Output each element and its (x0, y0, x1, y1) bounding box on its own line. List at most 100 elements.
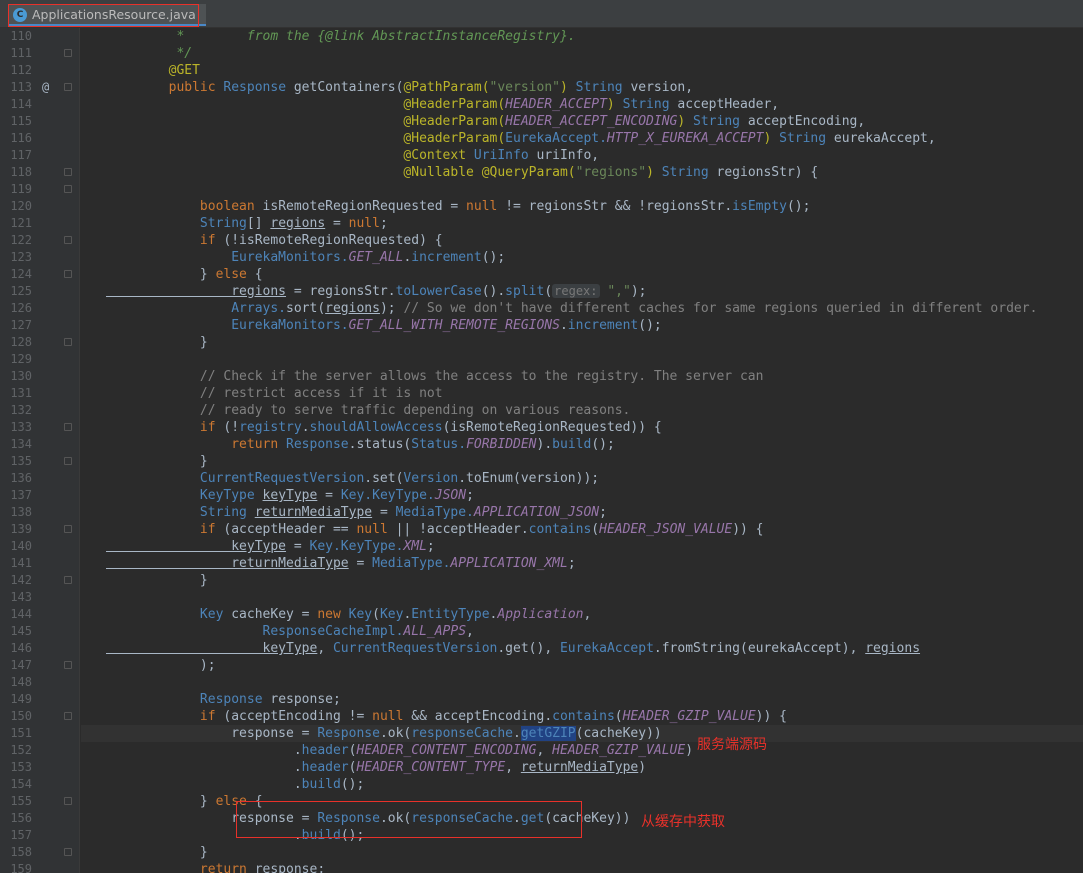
fold-toggle-icon[interactable] (64, 185, 72, 193)
code-line[interactable]: if (!registry.shouldAllowAccess(isRemote… (81, 419, 1083, 436)
fold-toggle-icon[interactable] (64, 168, 72, 176)
fold-toggle-icon[interactable] (64, 49, 72, 57)
code-line[interactable]: .header(HEADER_CONTENT_TYPE, returnMedia… (81, 759, 1083, 776)
code-line[interactable]: .build(); (81, 776, 1083, 793)
line-number[interactable]: 118 (0, 164, 32, 181)
code-line[interactable]: regions = regionsStr.toLowerCase().split… (81, 283, 1083, 300)
line-number[interactable]: 145 (0, 623, 32, 640)
fold-toggle-icon[interactable] (64, 661, 72, 669)
fold-toggle-icon[interactable] (64, 423, 72, 431)
code-line[interactable]: ResponseCacheImpl.ALL_APPS, (81, 623, 1083, 640)
line-number[interactable]: 115 (0, 113, 32, 130)
code-line[interactable]: Response response; (81, 691, 1083, 708)
line-number[interactable]: 117 (0, 147, 32, 164)
fold-toggle-icon[interactable] (64, 457, 72, 465)
line-number[interactable]: 112 (0, 62, 32, 79)
line-number[interactable]: 138 (0, 504, 32, 521)
code-line[interactable]: response = Response.ok(responseCache.get… (81, 810, 1083, 827)
line-number[interactable]: 150 (0, 708, 32, 725)
line-number[interactable]: 151 (0, 725, 32, 742)
line-number[interactable]: 125 (0, 283, 32, 300)
line-number[interactable]: 126 (0, 300, 32, 317)
code-line[interactable]: KeyType keyType = Key.KeyType.JSON; (81, 487, 1083, 504)
line-number[interactable]: 122 (0, 232, 32, 249)
code-line[interactable]: } (81, 334, 1083, 351)
code-line[interactable]: response = Response.ok(responseCache.get… (81, 725, 1083, 742)
line-number[interactable]: 140 (0, 538, 32, 555)
line-number[interactable]: 110 (0, 28, 32, 45)
fold-toggle-icon[interactable] (64, 797, 72, 805)
code-line[interactable]: */ (81, 45, 1083, 62)
code-line[interactable]: String returnMediaType = MediaType.APPLI… (81, 504, 1083, 521)
code-line[interactable]: EurekaMonitors.GET_ALL_WITH_REMOTE_REGIO… (81, 317, 1083, 334)
line-number[interactable]: 121 (0, 215, 32, 232)
line-number[interactable]: 159 (0, 861, 32, 873)
code-line[interactable]: @Context UriInfo uriInfo, (81, 147, 1083, 164)
line-number[interactable]: 123 (0, 249, 32, 266)
code-line[interactable]: boolean isRemoteRegionRequested = null !… (81, 198, 1083, 215)
fold-toggle-icon[interactable] (64, 848, 72, 856)
fold-toggle-icon[interactable] (64, 338, 72, 346)
code-line[interactable] (81, 674, 1083, 691)
line-number[interactable]: 143 (0, 589, 32, 606)
code-line[interactable] (81, 351, 1083, 368)
code-line[interactable]: // Check if the server allows the access… (81, 368, 1083, 385)
code-line[interactable]: } else { (81, 266, 1083, 283)
fold-toggle-icon[interactable] (64, 525, 72, 533)
line-number[interactable]: 147 (0, 657, 32, 674)
line-number[interactable]: 144 (0, 606, 32, 623)
line-number[interactable]: 142 (0, 572, 32, 589)
line-number[interactable]: 116 (0, 130, 32, 147)
code-line[interactable]: if (!isRemoteRegionRequested) { (81, 232, 1083, 249)
line-number[interactable]: 156 (0, 810, 32, 827)
code-line[interactable]: } (81, 844, 1083, 861)
line-number[interactable]: 157 (0, 827, 32, 844)
code-line[interactable]: * from the {@link AbstractInstanceRegist… (81, 28, 1083, 45)
code-line[interactable] (81, 589, 1083, 606)
line-number[interactable]: 132 (0, 402, 32, 419)
line-number[interactable]: 137 (0, 487, 32, 504)
line-number[interactable]: 127 (0, 317, 32, 334)
code-line[interactable]: CurrentRequestVersion.set(Version.toEnum… (81, 470, 1083, 487)
line-number[interactable]: 153 (0, 759, 32, 776)
annotation-gutter-icon[interactable]: @ (42, 79, 49, 96)
code-line[interactable]: keyType, CurrentRequestVersion.get(), Eu… (81, 640, 1083, 657)
fold-toggle-icon[interactable] (64, 576, 72, 584)
line-number[interactable]: 139 (0, 521, 32, 538)
line-number[interactable]: 148 (0, 674, 32, 691)
line-number[interactable]: 136 (0, 470, 32, 487)
fold-toggle-icon[interactable] (64, 83, 72, 91)
fold-toggle-icon[interactable] (64, 270, 72, 278)
line-number[interactable]: 128 (0, 334, 32, 351)
code-line[interactable]: @Nullable @QueryParam("regions") String … (81, 164, 1083, 181)
line-number[interactable]: 154 (0, 776, 32, 793)
code-line[interactable]: @HeaderParam(EurekaAccept.HTTP_X_EUREKA_… (81, 130, 1083, 147)
code-line[interactable]: ); (81, 657, 1083, 674)
code-line[interactable]: @HeaderParam(HEADER_ACCEPT_ENCODING) Str… (81, 113, 1083, 130)
line-number[interactable]: 155 (0, 793, 32, 810)
code-line[interactable]: .build(); (81, 827, 1083, 844)
line-number[interactable]: 135 (0, 453, 32, 470)
code-line[interactable]: EurekaMonitors.GET_ALL.increment(); (81, 249, 1083, 266)
code-line[interactable]: } (81, 453, 1083, 470)
code-line[interactable]: return Response.status(Status.FORBIDDEN)… (81, 436, 1083, 453)
code-line[interactable]: keyType = Key.KeyType.XML; (81, 538, 1083, 555)
line-number[interactable]: 130 (0, 368, 32, 385)
line-number[interactable]: 134 (0, 436, 32, 453)
code-line[interactable] (81, 181, 1083, 198)
line-number[interactable]: 158 (0, 844, 32, 861)
line-number[interactable]: 133 (0, 419, 32, 436)
tab-applications-resource[interactable]: C ApplicationsResource.java (8, 4, 206, 26)
fold-toggle-icon[interactable] (64, 236, 72, 244)
code-editor[interactable]: * from the {@link AbstractInstanceRegist… (81, 28, 1083, 873)
code-line[interactable]: @GET (81, 62, 1083, 79)
code-line[interactable]: return response; (81, 861, 1083, 873)
line-number[interactable]: 120 (0, 198, 32, 215)
line-number[interactable]: 119 (0, 181, 32, 198)
line-number[interactable]: 113 (0, 79, 32, 96)
line-number[interactable]: 149 (0, 691, 32, 708)
code-line[interactable]: .header(HEADER_CONTENT_ENCODING, HEADER_… (81, 742, 1083, 759)
code-line[interactable]: @HeaderParam(HEADER_ACCEPT) String accep… (81, 96, 1083, 113)
code-line[interactable]: String[] regions = null; (81, 215, 1083, 232)
line-number[interactable]: 129 (0, 351, 32, 368)
